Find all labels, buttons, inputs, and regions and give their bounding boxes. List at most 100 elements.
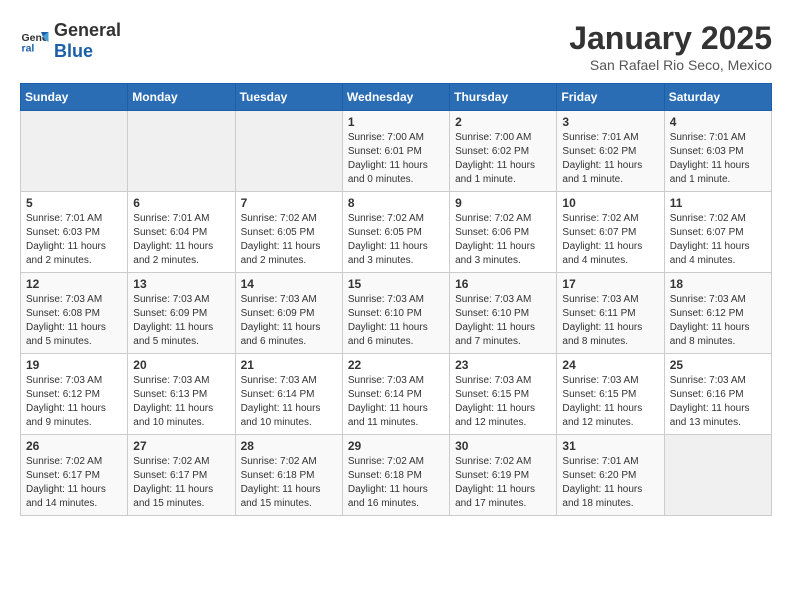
logo-text-block: General Blue <box>54 20 121 62</box>
day-number: 20 <box>133 358 229 372</box>
day-info: Sunrise: 7:03 AMSunset: 6:09 PMDaylight:… <box>133 293 229 349</box>
header-friday: Friday <box>557 84 664 111</box>
day-info: Sunrise: 7:03 AMSunset: 6:15 PMDaylight:… <box>455 374 551 430</box>
day-cell: 16Sunrise: 7:03 AMSunset: 6:10 PMDayligh… <box>450 273 557 354</box>
day-info: Sunrise: 7:01 AMSunset: 6:20 PMDaylight:… <box>562 455 658 511</box>
day-cell: 20 Sunrise: 7:03 AMSunset: 6:13 PMDayligh… <box>128 354 235 435</box>
header: Gene ral General Blue January 2025 San R… <box>20 20 772 73</box>
header-thursday: Thursday <box>450 84 557 111</box>
day-cell: 3 Sunrise: 7:01 AMSunset: 6:02 PMDaylight… <box>557 111 664 192</box>
header-tuesday: Tuesday <box>235 84 342 111</box>
day-number: 11 <box>670 196 766 210</box>
day-number: 10 <box>562 196 658 210</box>
day-info: Sunrise: 7:01 AMSunset: 6:03 PMDaylight:… <box>670 131 766 187</box>
week-row-1: 1 Sunrise: 7:00 AMSunset: 6:01 PMDaylight… <box>21 111 772 192</box>
day-info: Sunrise: 7:03 AMSunset: 6:16 PMDaylight:… <box>670 374 766 430</box>
week-row-4: 19Sunrise: 7:03 AMSunset: 6:12 PMDayligh… <box>21 354 772 435</box>
day-number: 4 <box>670 115 766 129</box>
header-sunday: Sunday <box>21 84 128 111</box>
day-info: Sunrise: 7:03 AMSunset: 6:09 PMDaylight:… <box>241 293 337 349</box>
day-number: 31 <box>562 439 658 453</box>
day-info: Sunrise: 7:02 AMSunset: 6:17 PMDaylight:… <box>133 455 229 511</box>
svg-text:ral: ral <box>22 43 35 55</box>
day-info: Sunrise: 7:01 AMSunset: 6:02 PMDaylight:… <box>562 131 658 187</box>
header-monday: Monday <box>128 84 235 111</box>
week-row-5: 26 Sunrise: 7:02 AMSunset: 6:17 PMDayligh… <box>21 435 772 516</box>
day-number: 13 <box>133 277 229 291</box>
day-number: 6 <box>133 196 229 210</box>
day-cell: 24 Sunrise: 7:03 AMSunset: 6:15 PMDayligh… <box>557 354 664 435</box>
day-cell: 26 Sunrise: 7:02 AMSunset: 6:17 PMDayligh… <box>21 435 128 516</box>
day-cell: 1 Sunrise: 7:00 AMSunset: 6:01 PMDaylight… <box>342 111 449 192</box>
day-cell <box>235 111 342 192</box>
day-info: Sunrise: 7:02 AMSunset: 6:05 PMDaylight:… <box>241 212 337 268</box>
day-number: 1 <box>348 115 444 129</box>
day-cell: 30 Sunrise: 7:02 AMSunset: 6:19 PMDayligh… <box>450 435 557 516</box>
day-cell <box>664 435 771 516</box>
day-number: 30 <box>455 439 551 453</box>
day-info: Sunrise: 7:02 AMSunset: 6:07 PMDaylight:… <box>670 212 766 268</box>
day-cell <box>21 111 128 192</box>
day-info: Sunrise: 7:03 AMSunset: 6:15 PMDaylight:… <box>562 374 658 430</box>
day-info: Sunrise: 7:03 AMSunset: 6:11 PMDaylight:… <box>562 293 658 349</box>
day-cell: 8Sunrise: 7:02 AMSunset: 6:05 PMDaylight… <box>342 192 449 273</box>
logo-general: General <box>54 20 121 40</box>
day-number: 24 <box>562 358 658 372</box>
day-info: Sunrise: 7:02 AMSunset: 6:19 PMDaylight:… <box>455 455 551 511</box>
day-info: Sunrise: 7:00 AMSunset: 6:01 PMDaylight:… <box>348 131 444 187</box>
day-number: 25 <box>670 358 766 372</box>
day-info: Sunrise: 7:03 AMSunset: 6:12 PMDaylight:… <box>670 293 766 349</box>
day-info: Sunrise: 7:03 AMSunset: 6:10 PMDaylight:… <box>348 293 444 349</box>
day-cell: 5Sunrise: 7:01 AMSunset: 6:03 PMDaylight… <box>21 192 128 273</box>
header-saturday: Saturday <box>664 84 771 111</box>
calendar-table: SundayMondayTuesdayWednesdayThursdayFrid… <box>20 83 772 516</box>
day-cell: 6 Sunrise: 7:01 AMSunset: 6:04 PMDaylight… <box>128 192 235 273</box>
day-info: Sunrise: 7:02 AMSunset: 6:18 PMDaylight:… <box>241 455 337 511</box>
day-cell: 22Sunrise: 7:03 AMSunset: 6:14 PMDayligh… <box>342 354 449 435</box>
day-number: 15 <box>348 277 444 291</box>
day-info: Sunrise: 7:01 AMSunset: 6:03 PMDaylight:… <box>26 212 122 268</box>
day-cell: 10Sunrise: 7:02 AMSunset: 6:07 PMDayligh… <box>557 192 664 273</box>
day-cell <box>128 111 235 192</box>
logo: Gene ral General Blue <box>20 20 121 62</box>
day-info: Sunrise: 7:03 AMSunset: 6:13 PMDaylight:… <box>133 374 229 430</box>
day-cell: 2Sunrise: 7:00 AMSunset: 6:02 PMDaylight… <box>450 111 557 192</box>
title-block: January 2025 San Rafael Rio Seco, Mexico <box>569 20 772 73</box>
day-number: 7 <box>241 196 337 210</box>
day-info: Sunrise: 7:02 AMSunset: 6:17 PMDaylight:… <box>26 455 122 511</box>
day-number: 2 <box>455 115 551 129</box>
day-info: Sunrise: 7:03 AMSunset: 6:10 PMDaylight:… <box>455 293 551 349</box>
day-info: Sunrise: 7:01 AMSunset: 6:04 PMDaylight:… <box>133 212 229 268</box>
day-number: 14 <box>241 277 337 291</box>
day-number: 17 <box>562 277 658 291</box>
day-cell: 28Sunrise: 7:02 AMSunset: 6:18 PMDayligh… <box>235 435 342 516</box>
day-number: 22 <box>348 358 444 372</box>
day-cell: 21Sunrise: 7:03 AMSunset: 6:14 PMDayligh… <box>235 354 342 435</box>
day-number: 27 <box>133 439 229 453</box>
day-number: 26 <box>26 439 122 453</box>
day-cell: 7 Sunrise: 7:02 AMSunset: 6:05 PMDaylight… <box>235 192 342 273</box>
day-cell: 17 Sunrise: 7:03 AMSunset: 6:11 PMDayligh… <box>557 273 664 354</box>
day-cell: 23Sunrise: 7:03 AMSunset: 6:15 PMDayligh… <box>450 354 557 435</box>
week-row-2: 5Sunrise: 7:01 AMSunset: 6:03 PMDaylight… <box>21 192 772 273</box>
day-number: 8 <box>348 196 444 210</box>
page-container: Gene ral General Blue January 2025 San R… <box>20 20 772 516</box>
day-info: Sunrise: 7:02 AMSunset: 6:06 PMDaylight:… <box>455 212 551 268</box>
day-info: Sunrise: 7:03 AMSunset: 6:12 PMDaylight:… <box>26 374 122 430</box>
day-cell: 27 Sunrise: 7:02 AMSunset: 6:17 PMDayligh… <box>128 435 235 516</box>
month-title: January 2025 <box>569 20 772 57</box>
day-cell: 31 Sunrise: 7:01 AMSunset: 6:20 PMDayligh… <box>557 435 664 516</box>
day-cell: 15 Sunrise: 7:03 AMSunset: 6:10 PMDayligh… <box>342 273 449 354</box>
location: San Rafael Rio Seco, Mexico <box>569 57 772 73</box>
header-wednesday: Wednesday <box>342 84 449 111</box>
day-cell: 14 Sunrise: 7:03 AMSunset: 6:09 PMDayligh… <box>235 273 342 354</box>
day-cell: 9Sunrise: 7:02 AMSunset: 6:06 PMDaylight… <box>450 192 557 273</box>
day-cell: 4 Sunrise: 7:01 AMSunset: 6:03 PMDaylight… <box>664 111 771 192</box>
day-number: 12 <box>26 277 122 291</box>
day-cell: 25 Sunrise: 7:03 AMSunset: 6:16 PMDayligh… <box>664 354 771 435</box>
day-info: Sunrise: 7:03 AMSunset: 6:08 PMDaylight:… <box>26 293 122 349</box>
logo-blue: Blue <box>54 41 93 61</box>
day-number: 3 <box>562 115 658 129</box>
day-number: 18 <box>670 277 766 291</box>
day-number: 29 <box>348 439 444 453</box>
